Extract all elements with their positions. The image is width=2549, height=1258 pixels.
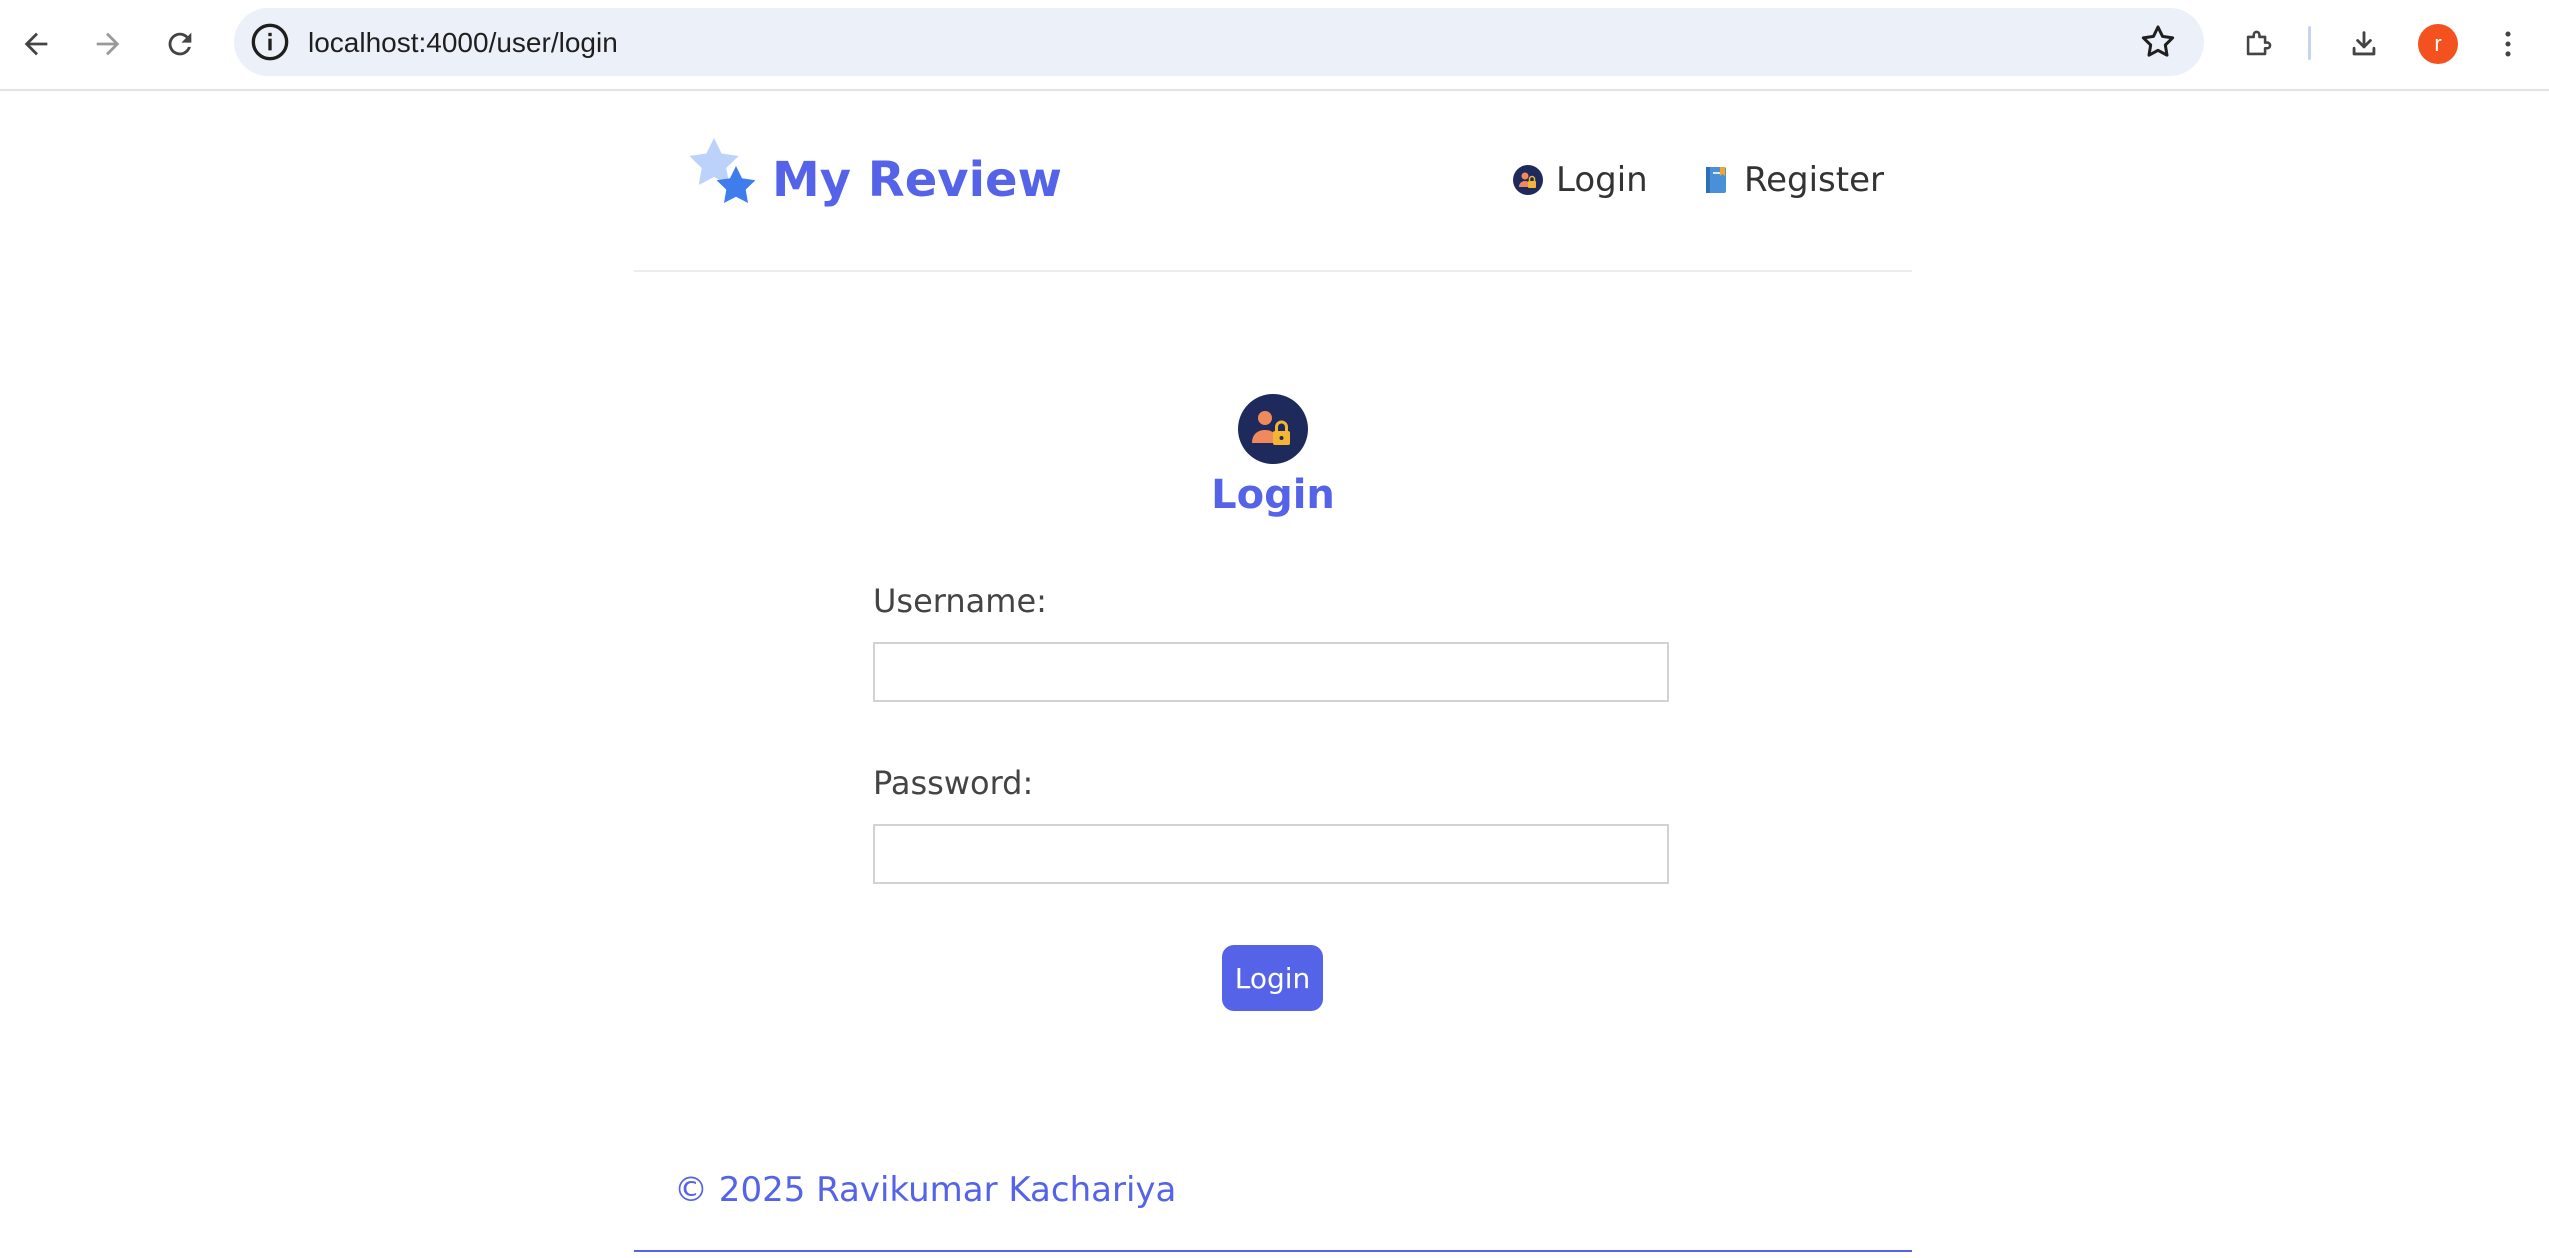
username-label: Username:	[873, 582, 1047, 620]
nav-login-label[interactable]: Login	[1556, 160, 1648, 200]
browser-toolbar: localhost:4000/user/login r	[0, 0, 2549, 91]
nav-register-label[interactable]: Register	[1744, 160, 1884, 200]
download-icon[interactable]	[2340, 20, 2388, 68]
login-submit-button[interactable]: Login	[1222, 945, 1323, 1011]
notebook-icon	[1706, 167, 1726, 193]
back-arrow-icon[interactable]	[12, 20, 60, 68]
toolbar-divider	[2308, 26, 2311, 60]
kebab-menu-icon[interactable]	[2484, 20, 2532, 68]
login-heading: Login	[1211, 472, 1335, 518]
password-label: Password:	[873, 764, 1034, 802]
address-bar[interactable]: localhost:4000/user/login	[234, 8, 2204, 76]
nav-login-link[interactable]: Login	[1512, 160, 1648, 200]
username-input[interactable]	[873, 642, 1669, 702]
copyright-text: © 2025 Ravikumar Kachariya	[674, 1170, 1177, 1210]
stars-logo-icon[interactable]	[678, 134, 768, 224]
user-lock-icon	[1238, 394, 1308, 464]
url-text[interactable]: localhost:4000/user/login	[308, 27, 618, 59]
password-input[interactable]	[873, 824, 1669, 884]
extensions-puzzle-icon[interactable]	[2234, 20, 2282, 68]
user-lock-icon	[1513, 165, 1543, 195]
profile-avatar[interactable]: r	[2418, 24, 2458, 64]
bookmark-star-icon[interactable]	[2138, 22, 2178, 62]
forward-arrow-icon[interactable]	[84, 20, 132, 68]
site-footer: © 2025 Ravikumar Kachariya	[634, 1150, 1912, 1252]
reload-icon[interactable]	[156, 20, 204, 68]
nav-register-link[interactable]: Register	[1700, 160, 1884, 200]
site-header: My Review Login Register	[634, 90, 1912, 272]
brand-title[interactable]: My Review	[772, 152, 1062, 208]
site-info-icon[interactable]	[250, 22, 290, 62]
